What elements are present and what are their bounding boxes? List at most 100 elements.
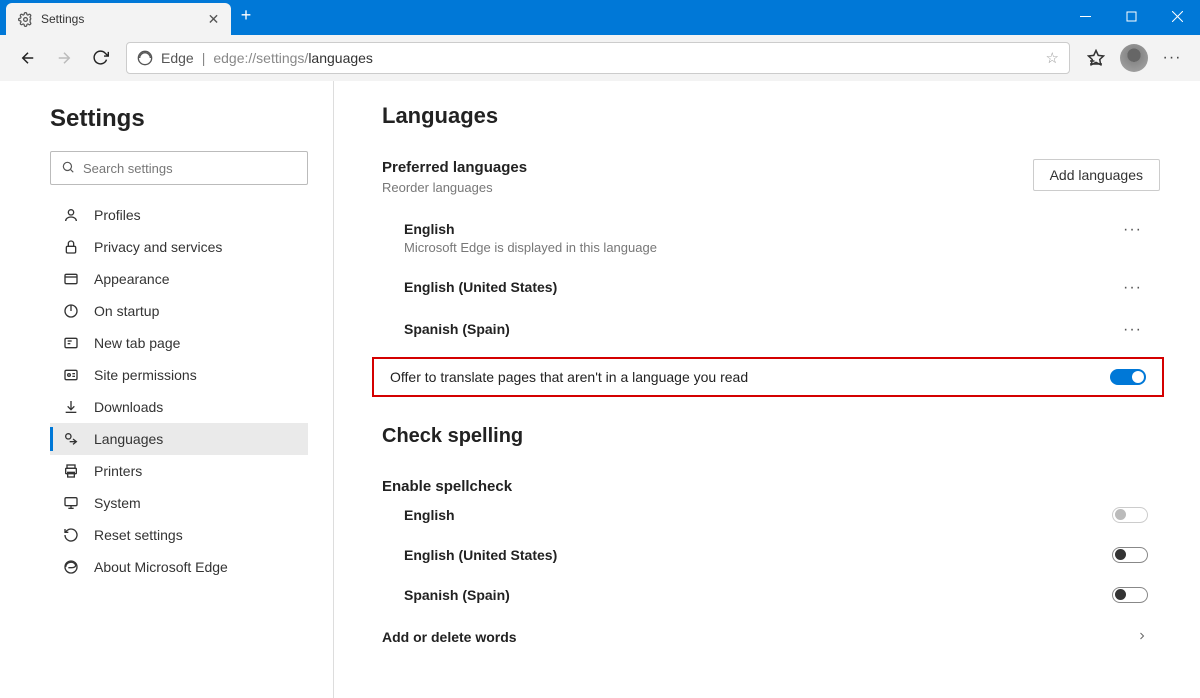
language-name: English (United States) <box>404 279 1117 295</box>
sidebar-item-label: Privacy and services <box>94 239 222 255</box>
chevron-right-icon <box>1136 629 1148 645</box>
sidebar-item-label: New tab page <box>94 335 180 351</box>
content-area: Settings Search settings Profiles Privac… <box>0 81 1200 698</box>
check-spelling-heading: Check spelling <box>382 425 1160 448</box>
close-tab-icon[interactable]: ✕ <box>206 11 221 28</box>
spellcheck-toggle[interactable] <box>1112 547 1148 563</box>
tab-title: Settings <box>41 12 206 26</box>
sidebar-item-downloads[interactable]: Downloads <box>50 391 308 423</box>
language-row: English Microsoft Edge is displayed in t… <box>382 209 1160 267</box>
sidebar-item-profiles[interactable]: Profiles <box>50 199 308 231</box>
printer-icon <box>62 462 80 480</box>
sidebar-item-system[interactable]: System <box>50 487 308 519</box>
language-more-icon[interactable]: ··· <box>1117 321 1148 339</box>
language-row: English (United States) ··· <box>382 267 1160 309</box>
spellcheck-language-name: English <box>404 507 1112 523</box>
preferred-languages-title: Preferred languages <box>382 159 1033 176</box>
sidebar-item-about[interactable]: About Microsoft Edge <box>50 551 308 583</box>
spellcheck-toggle[interactable] <box>1112 587 1148 603</box>
settings-sidebar: Settings Search settings Profiles Privac… <box>0 81 334 698</box>
sidebar-item-label: Profiles <box>94 207 141 223</box>
address-path: languages <box>308 50 373 66</box>
sidebar-item-label: On startup <box>94 303 159 319</box>
language-desc: Microsoft Edge is displayed in this lang… <box>404 240 1117 255</box>
spellcheck-row: Spanish (Spain) <box>382 575 1160 615</box>
address-separator: | <box>202 50 206 66</box>
sidebar-item-privacy[interactable]: Privacy and services <box>50 231 308 263</box>
forward-button[interactable] <box>46 40 82 76</box>
window-titlebar: Settings ✕ + <box>0 0 1200 35</box>
lock-icon <box>62 238 80 256</box>
window-controls <box>1062 0 1200 32</box>
newtab-icon <box>62 334 80 352</box>
add-delete-words-row[interactable]: Add or delete words <box>382 615 1160 657</box>
system-icon <box>62 494 80 512</box>
sidebar-item-label: Site permissions <box>94 367 197 383</box>
reset-icon <box>62 526 80 544</box>
refresh-button[interactable] <box>82 40 118 76</box>
address-bar[interactable]: Edge | edge://settings/languages ☆ <box>126 42 1070 74</box>
spellcheck-language-name: English (United States) <box>404 547 1112 563</box>
person-icon <box>62 206 80 224</box>
sidebar-item-label: Appearance <box>94 271 170 287</box>
sidebar-item-label: About Microsoft Edge <box>94 559 228 575</box>
language-row: Spanish (Spain) ··· <box>382 309 1160 351</box>
sidebar-item-printers[interactable]: Printers <box>50 455 308 487</box>
browser-toolbar: Edge | edge://settings/languages ☆ ··· <box>0 35 1200 81</box>
translate-setting-row: Offer to translate pages that aren't in … <box>372 357 1164 397</box>
edge-logo-icon <box>137 50 153 66</box>
search-placeholder: Search settings <box>83 161 173 176</box>
appearance-icon <box>62 270 80 288</box>
more-menu-icon[interactable]: ··· <box>1154 40 1190 76</box>
maximize-button[interactable] <box>1108 0 1154 32</box>
languages-icon <box>62 430 80 448</box>
settings-nav-list: Profiles Privacy and services Appearance… <box>50 199 308 583</box>
language-more-icon[interactable]: ··· <box>1117 279 1148 297</box>
page-heading: Languages <box>382 103 1160 129</box>
sidebar-item-appearance[interactable]: Appearance <box>50 263 308 295</box>
add-delete-words-label: Add or delete words <box>382 629 517 645</box>
sidebar-item-label: Downloads <box>94 399 163 415</box>
enable-spellcheck-label: Enable spellcheck <box>382 478 1160 495</box>
favorite-star-icon[interactable]: ☆ <box>1046 49 1059 67</box>
sidebar-item-label: System <box>94 495 141 511</box>
edge-icon <box>62 558 80 576</box>
translate-setting-label: Offer to translate pages that aren't in … <box>390 369 1110 385</box>
address-scheme: edge:// <box>213 50 256 66</box>
gear-icon <box>18 12 33 27</box>
spellcheck-row: English <box>382 495 1160 535</box>
sidebar-item-newtab[interactable]: New tab page <box>50 327 308 359</box>
sidebar-item-startup[interactable]: On startup <box>50 295 308 327</box>
language-name: English <box>404 221 1117 237</box>
sidebar-item-label: Printers <box>94 463 142 479</box>
sidebar-item-reset[interactable]: Reset settings <box>50 519 308 551</box>
address-rest: settings/ <box>256 50 308 66</box>
favorites-icon[interactable] <box>1078 40 1114 76</box>
download-icon <box>62 398 80 416</box>
language-list: English Microsoft Edge is displayed in t… <box>382 209 1160 351</box>
search-settings-input[interactable]: Search settings <box>50 151 308 185</box>
spellcheck-toggle[interactable] <box>1112 507 1148 523</box>
power-icon <box>62 302 80 320</box>
sidebar-item-sitepermissions[interactable]: Site permissions <box>50 359 308 391</box>
sidebar-item-label: Languages <box>94 431 163 447</box>
reorder-languages-hint: Reorder languages <box>382 180 1033 195</box>
language-name: Spanish (Spain) <box>404 321 1117 337</box>
new-tab-button[interactable]: + <box>231 5 261 26</box>
search-icon <box>61 160 75 177</box>
profile-avatar[interactable] <box>1120 44 1148 72</box>
address-product: Edge <box>161 50 194 66</box>
add-languages-button[interactable]: Add languages <box>1033 159 1160 191</box>
translate-toggle[interactable] <box>1110 369 1146 385</box>
browser-tab[interactable]: Settings ✕ <box>6 3 231 35</box>
close-window-button[interactable] <box>1154 0 1200 32</box>
settings-main: Languages Preferred languages Reorder la… <box>334 81 1200 698</box>
permissions-icon <box>62 366 80 384</box>
sidebar-item-languages[interactable]: Languages <box>50 423 308 455</box>
preferred-languages-header: Preferred languages Reorder languages Ad… <box>382 159 1160 195</box>
minimize-button[interactable] <box>1062 0 1108 32</box>
settings-title: Settings <box>50 105 309 133</box>
back-button[interactable] <box>10 40 46 76</box>
spellcheck-row: English (United States) <box>382 535 1160 575</box>
language-more-icon[interactable]: ··· <box>1117 221 1148 239</box>
